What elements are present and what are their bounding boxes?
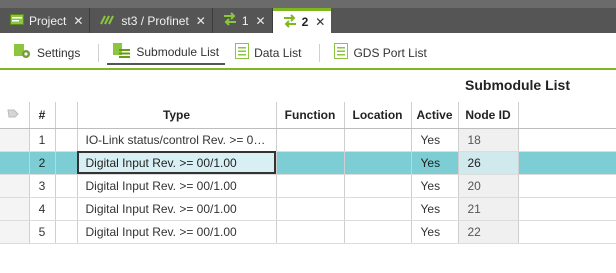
cell-node-id: 26 (458, 151, 519, 175)
cell-num: 4 (29, 197, 56, 221)
cell-function[interactable] (276, 197, 345, 221)
cell-blank (55, 151, 78, 175)
cell-num: 5 (29, 220, 56, 244)
cell-node-id: 18 (458, 128, 519, 152)
profinet-icon (100, 14, 116, 28)
cell-filler (518, 174, 616, 198)
cell-location[interactable] (344, 151, 412, 175)
tab-2[interactable]: 2 ✕ (272, 8, 332, 33)
table-row[interactable]: 4 Digital Input Rev. >= 00/1.00 Yes 21 (0, 197, 616, 221)
toolbar-accent-line (0, 68, 616, 70)
eraser-icon[interactable] (7, 108, 21, 122)
cell-type-focused[interactable]: Digital Input Rev. >= 00/1.00 (77, 151, 277, 175)
page-title: Submodule List (465, 77, 570, 93)
cell-active[interactable]: Yes (411, 151, 459, 175)
settings-button[interactable]: Settings (8, 41, 86, 65)
cell-location[interactable] (344, 174, 412, 198)
data-list-label: Data List (254, 45, 302, 60)
header-marker-cell[interactable] (0, 102, 30, 129)
tab-label: Project (29, 13, 67, 28)
cell-location[interactable] (344, 128, 412, 152)
data-list-icon (235, 43, 250, 62)
settings-icon (14, 43, 32, 62)
header-filler (518, 102, 616, 129)
cell-filler (518, 151, 616, 175)
tab-profinet[interactable]: st3 / Profinet ✕ (90, 8, 213, 33)
tab-1[interactable]: 1 ✕ (213, 8, 273, 33)
cell-num: 1 (29, 128, 56, 152)
header-type[interactable]: Type (77, 102, 277, 129)
cell-location[interactable] (344, 197, 412, 221)
header-location[interactable]: Location (344, 102, 412, 129)
submodule-table: # Type Function Location Active Node ID … (0, 102, 616, 244)
toolbar-divider (98, 43, 100, 62)
project-icon (10, 13, 24, 28)
cell-function[interactable] (276, 128, 345, 152)
arrows-icon (223, 12, 237, 29)
cell-num: 3 (29, 174, 56, 198)
header-blank (55, 102, 78, 129)
editor-tab-bar: Project ✕ st3 / Profinet ✕ 1 ✕ 2 ✕ (0, 8, 616, 33)
header-function[interactable]: Function (276, 102, 345, 129)
cell-node-id: 21 (458, 197, 519, 221)
gds-port-list-label: GDS Port List (353, 45, 427, 60)
cell-active[interactable]: Yes (411, 174, 459, 198)
data-list-button[interactable]: Data List (229, 41, 307, 65)
cell-blank (55, 128, 78, 152)
close-icon[interactable]: ✕ (196, 14, 206, 28)
cell-num: 2 (29, 151, 56, 175)
row-marker[interactable] (0, 197, 30, 221)
header-active[interactable]: Active (411, 102, 459, 129)
table-row-selected[interactable]: 2 Digital Input Rev. >= 00/1.00 Yes 26 (0, 151, 616, 175)
cell-active[interactable]: Yes (411, 128, 459, 152)
settings-label: Settings (37, 45, 81, 60)
cell-type[interactable]: Digital Input Rev. >= 00/1.00 (77, 197, 277, 221)
cell-function[interactable] (276, 151, 345, 175)
cell-filler (518, 197, 616, 221)
cell-node-id: 20 (458, 174, 519, 198)
cell-function[interactable] (276, 220, 345, 244)
row-marker[interactable] (0, 128, 30, 152)
tab-project[interactable]: Project ✕ (0, 8, 91, 33)
cell-function[interactable] (276, 174, 345, 198)
submodule-list-button[interactable]: Submodule List (107, 41, 226, 65)
cell-type[interactable]: Digital Input Rev. >= 00/1.00 (77, 174, 277, 198)
cell-location[interactable] (344, 220, 412, 244)
close-icon[interactable]: ✕ (73, 14, 83, 28)
header-node-id[interactable]: Node ID (458, 102, 519, 129)
cell-active[interactable]: Yes (411, 197, 459, 221)
cell-blank (55, 174, 78, 198)
cell-node-id: 22 (458, 220, 519, 244)
table-row[interactable]: 1 IO-Link status/control Rev. >= 00/… Ye… (0, 128, 616, 152)
table-row[interactable]: 5 Digital Input Rev. >= 00/1.00 Yes 22 (0, 220, 616, 244)
table-header-row: # Type Function Location Active Node ID (0, 102, 616, 129)
cell-type[interactable]: Digital Input Rev. >= 00/1.00 (77, 220, 277, 244)
cell-blank (55, 197, 78, 221)
cell-blank (55, 220, 78, 244)
table-row[interactable]: 3 Digital Input Rev. >= 00/1.00 Yes 20 (0, 174, 616, 198)
row-marker[interactable] (0, 220, 30, 244)
header-num[interactable]: # (29, 102, 56, 129)
list-icon (113, 42, 131, 61)
cell-type[interactable]: IO-Link status/control Rev. >= 00/… (77, 128, 277, 152)
tab-label: 2 (301, 15, 309, 29)
window-top-strip (0, 0, 616, 8)
row-marker[interactable] (0, 174, 30, 198)
gds-port-list-button[interactable]: GDS Port List (328, 41, 432, 65)
close-icon[interactable]: ✕ (256, 14, 266, 28)
tab-label: st3 / Profinet (121, 13, 189, 28)
tab-label: 1 (241, 13, 249, 28)
close-icon[interactable]: ✕ (315, 15, 325, 29)
cell-active[interactable]: Yes (411, 220, 459, 244)
cell-filler (518, 128, 616, 152)
toolbar: Settings Submodule List Data List GDS Po… (0, 36, 616, 69)
toolbar-divider (319, 43, 321, 62)
submodule-list-label: Submodule List (136, 44, 220, 59)
port-list-icon (334, 43, 349, 62)
arrows-icon (283, 13, 297, 31)
cell-filler (518, 220, 616, 244)
row-marker[interactable] (0, 151, 30, 175)
